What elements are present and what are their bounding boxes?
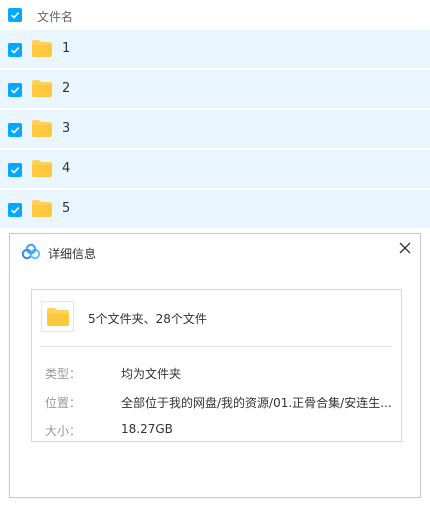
file-row[interactable]: 4 [0,150,430,189]
row-checkbox[interactable] [8,43,22,57]
checkmark-icon [10,127,20,134]
row-checkbox[interactable] [8,163,22,177]
folder-icon [31,119,53,138]
selection-summary: 5个文件夹、28个文件 [88,312,207,326]
file-list-header: 文件名 [0,0,430,30]
select-all-checkbox[interactable] [8,8,22,22]
file-name[interactable]: 2 [62,81,70,96]
cloud-logo-icon [21,243,41,261]
details-dialog: 详细信息 5个文件夹、28个文件 类型： 均为文件夹 位置： 全部位于我的网盘/… [9,233,421,498]
checkmark-icon [10,87,20,94]
checkmark-icon [10,167,20,174]
divider [40,346,392,347]
close-icon [399,242,411,254]
checkmark-icon [10,207,20,214]
column-header-filename[interactable]: 文件名 [37,8,73,25]
file-name[interactable]: 4 [62,161,70,176]
folder-icon [31,79,53,98]
size-label: 大小： [45,424,82,438]
location-value[interactable]: 全部位于我的网盘/我的资源/01.正骨合集/安连生... [121,394,393,411]
folder-icon [31,39,53,58]
details-card: 5个文件夹、28个文件 类型： 均为文件夹 位置： 全部位于我的网盘/我的资源/… [31,289,402,442]
size-value: 18.27GB [121,422,173,436]
file-row[interactable]: 1 [0,30,430,69]
folder-icon [31,159,53,178]
dialog-title-bar[interactable]: 详细信息 [10,234,420,270]
row-checkbox[interactable] [8,123,22,137]
folder-icon [31,199,53,218]
file-row[interactable]: 5 [0,190,430,229]
file-name[interactable]: 1 [62,41,70,56]
location-label: 位置： [45,396,82,410]
row-checkbox[interactable] [8,203,22,217]
file-name[interactable]: 5 [62,201,70,216]
dialog-title: 详细信息 [48,247,97,261]
folder-icon [41,301,74,332]
checkmark-icon [10,12,20,19]
file-row[interactable]: 3 [0,110,430,149]
type-label: 类型： [45,367,82,381]
row-checkbox[interactable] [8,83,22,97]
type-value: 均为文件夹 [121,367,182,381]
checkmark-icon [10,47,20,54]
file-name[interactable]: 3 [62,121,70,136]
file-row[interactable]: 2 [0,70,430,109]
close-button[interactable] [394,237,416,259]
